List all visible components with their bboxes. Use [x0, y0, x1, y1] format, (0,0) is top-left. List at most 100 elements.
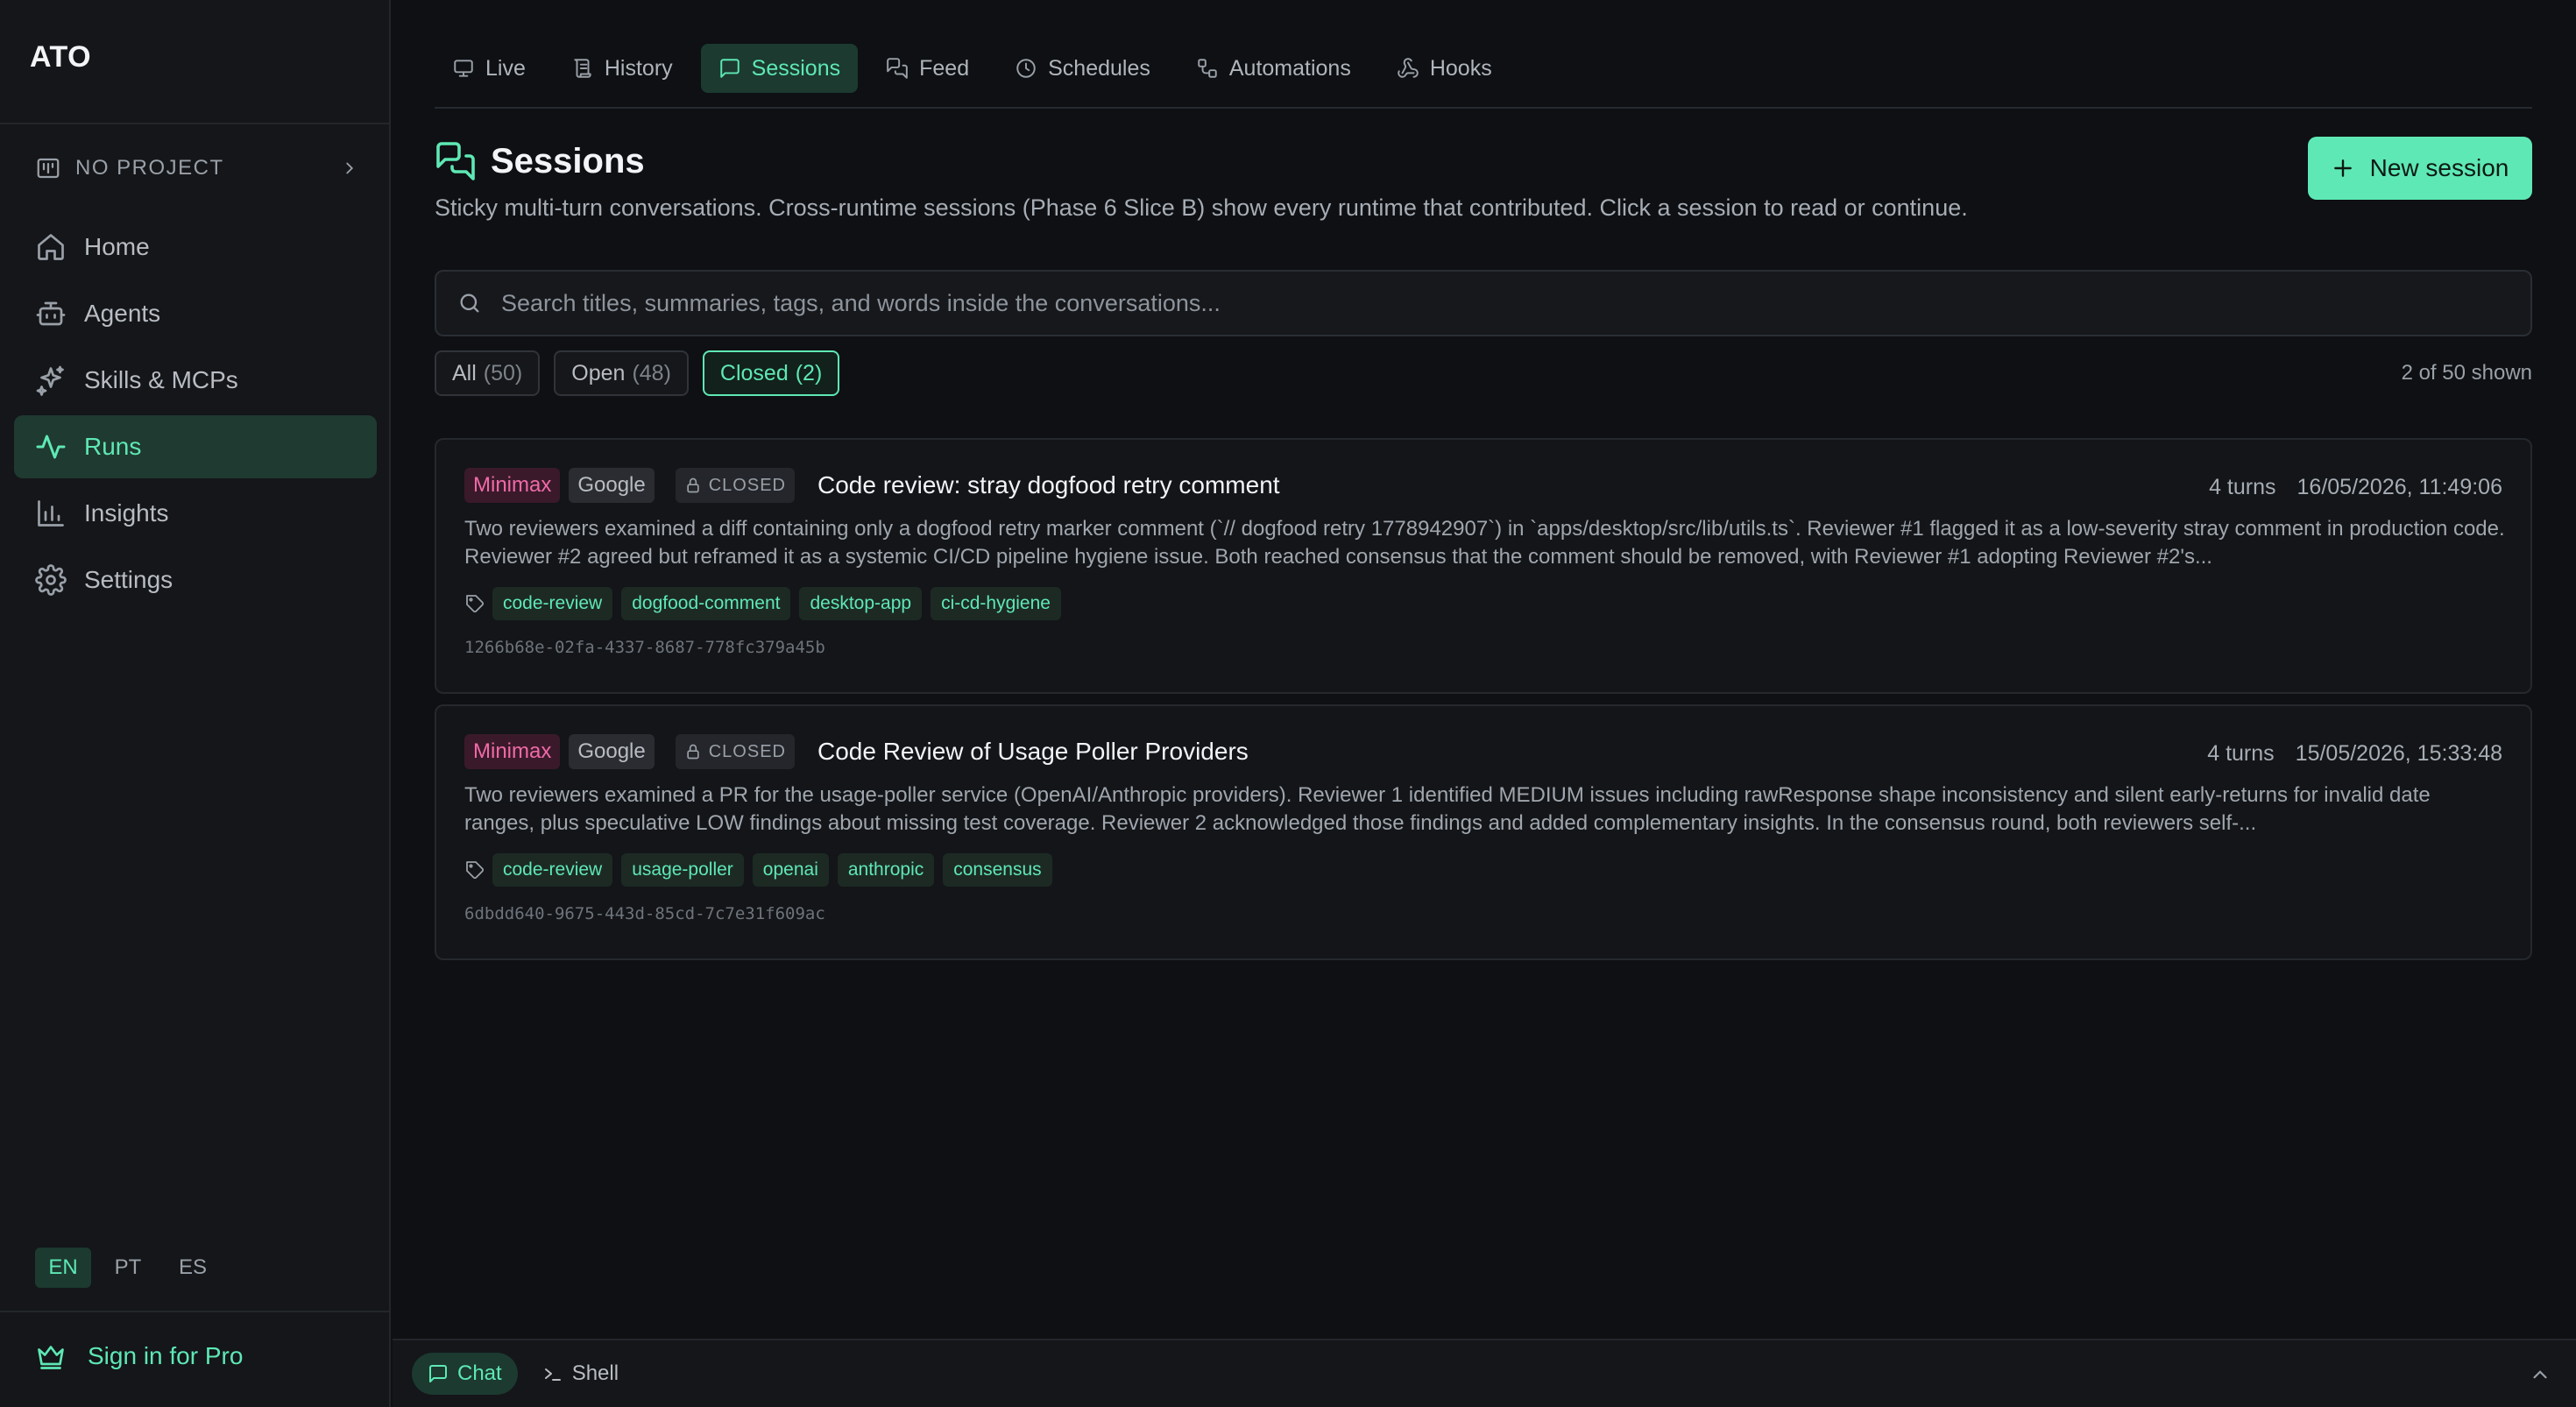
tab-label: Automations — [1228, 55, 1351, 81]
tag-icon — [464, 593, 485, 614]
session-timestamp: 15/05/2026, 15:33:48 — [2295, 741, 2502, 766]
tag-chip[interactable]: code-review — [492, 587, 613, 620]
language-pt[interactable]: PT — [100, 1248, 156, 1288]
sidebar-nav: Home Agents Skills & MCPs Runs Insights — [14, 216, 377, 615]
session-timestamp: 16/05/2026, 11:49:06 — [2296, 475, 2502, 499]
status-badge: CLOSED — [675, 734, 795, 769]
new-session-label: New session — [2369, 154, 2509, 181]
runtime-badge-minimax: Minimax — [464, 734, 561, 769]
tag-chip[interactable]: ci-cd-hygiene — [931, 587, 1061, 620]
bar-chart-icon — [35, 498, 67, 529]
chevron-right-icon — [340, 159, 359, 178]
filter-label: All — [452, 360, 477, 385]
sign-in-label: Sign in for Pro — [88, 1342, 244, 1369]
tab-hooks[interactable]: Hooks — [1379, 44, 1510, 93]
sidebar-divider — [0, 123, 391, 124]
main-content: Live History Sessions Feed Schedules Aut… — [393, 0, 2576, 1407]
sidebar-item-insights[interactable]: Insights — [14, 482, 377, 545]
tag-chip[interactable]: usage-poller — [621, 853, 744, 887]
session-summary: Two reviewers examined a diff containing… — [464, 517, 2505, 569]
tag-chip[interactable]: anthropic — [837, 853, 935, 887]
bot-icon — [35, 298, 67, 329]
new-session-button[interactable]: New session — [2308, 137, 2532, 200]
status-label: CLOSED — [708, 741, 786, 761]
tab-bar: Live History Sessions Feed Schedules Aut… — [435, 44, 2532, 109]
chat-toggle[interactable]: Chat — [412, 1353, 518, 1395]
filter-label: Closed — [719, 360, 789, 385]
tab-automations[interactable]: Automations — [1178, 44, 1369, 93]
session-id: 1266b68e-02fa-4337-8687-778fc379a45b — [464, 638, 825, 657]
session-header: Minimax Google CLOSED Code review: stray… — [464, 468, 1280, 503]
scroll-icon — [571, 57, 594, 80]
tab-label: Live — [485, 55, 526, 81]
sign-in-pro-button[interactable]: Sign in for Pro — [35, 1340, 243, 1372]
sidebar-item-label: Runs — [84, 433, 142, 460]
session-card[interactable]: Minimax Google CLOSED Code Review of Usa… — [435, 704, 2532, 960]
sidebar-item-settings[interactable]: Settings — [14, 548, 377, 612]
sidebar-item-agents[interactable]: Agents — [14, 282, 377, 345]
filter-count: (50) — [483, 360, 523, 385]
sidebar-item-runs[interactable]: Runs — [14, 415, 377, 478]
sidebar-item-home[interactable]: Home — [14, 216, 377, 279]
gear-icon — [35, 564, 67, 596]
chevron-up-icon[interactable] — [2529, 1363, 2551, 1386]
search-icon — [457, 291, 482, 315]
terminal-icon — [542, 1363, 563, 1384]
tag-chip[interactable]: dogfood-comment — [621, 587, 791, 620]
home-icon — [35, 231, 67, 263]
crown-icon — [35, 1340, 67, 1372]
tab-label: Schedules — [1048, 55, 1150, 81]
session-id: 6dbdd640-9675-443d-85cd-7c7e31f609ac — [464, 904, 825, 923]
session-header: Minimax Google CLOSED Code Review of Usa… — [464, 734, 1249, 769]
sidebar-item-skills[interactable]: Skills & MCPs — [14, 349, 377, 412]
plus-icon — [2332, 157, 2354, 180]
session-turns: 4 turns — [2207, 741, 2275, 766]
filter-all[interactable]: All (50) — [435, 350, 541, 396]
tab-feed[interactable]: Feed — [868, 44, 987, 93]
page-subtitle: Sticky multi-turn conversations. Cross-r… — [435, 194, 1968, 221]
search-input[interactable] — [501, 289, 2530, 317]
sidebar-item-label: Settings — [84, 566, 173, 593]
tag-chip[interactable]: code-review — [492, 853, 613, 887]
tab-live[interactable]: Live — [435, 44, 543, 93]
language-es[interactable]: ES — [165, 1248, 221, 1288]
language-en[interactable]: EN — [35, 1248, 91, 1288]
monitor-icon — [452, 57, 475, 80]
tab-schedules[interactable]: Schedules — [997, 44, 1168, 93]
sidebar-item-label: Insights — [84, 499, 169, 527]
filter-open[interactable]: Open (48) — [554, 350, 689, 396]
sidebar-item-label: Home — [84, 233, 150, 260]
sidebar-item-label: Agents — [84, 300, 161, 327]
tab-label: Feed — [919, 55, 970, 81]
session-title: Code Review of Usage Poller Providers — [817, 738, 1249, 765]
runtime-badge-minimax: Minimax — [464, 468, 561, 503]
tag-chip[interactable]: consensus — [943, 853, 1052, 887]
filter-count: (2) — [795, 360, 823, 385]
session-list: Minimax Google CLOSED Code review: stray… — [435, 438, 2532, 971]
workflow-icon — [1196, 57, 1219, 80]
lock-icon — [684, 743, 702, 760]
tab-label: Sessions — [751, 55, 841, 81]
session-card[interactable]: Minimax Google CLOSED Code review: stray… — [435, 438, 2532, 694]
shell-toggle[interactable]: Shell — [527, 1353, 634, 1395]
tag-chip[interactable]: desktop-app — [799, 587, 923, 620]
search-bar — [435, 270, 2532, 336]
status-badge: CLOSED — [675, 468, 795, 503]
project-label: NO PROJECT — [75, 156, 224, 180]
tab-sessions[interactable]: Sessions — [700, 44, 859, 93]
feed-icon — [886, 57, 909, 80]
webhook-icon — [1397, 57, 1419, 80]
tab-label: Hooks — [1429, 55, 1492, 81]
clock-icon — [1015, 57, 1037, 80]
chat-label: Chat — [457, 1361, 502, 1385]
project-selector[interactable]: NO PROJECT — [35, 151, 359, 186]
app-logo: ATO — [30, 40, 92, 74]
tag-chip[interactable]: openai — [752, 853, 829, 887]
sparkles-icon — [35, 364, 67, 396]
page-title: Sessions — [491, 141, 645, 180]
filter-label: Open — [571, 360, 626, 385]
tab-history[interactable]: History — [554, 44, 690, 93]
status-label: CLOSED — [708, 475, 786, 495]
filter-closed[interactable]: Closed (2) — [702, 350, 840, 396]
session-tags: code-review dogfood-comment desktop-app … — [464, 587, 1070, 620]
